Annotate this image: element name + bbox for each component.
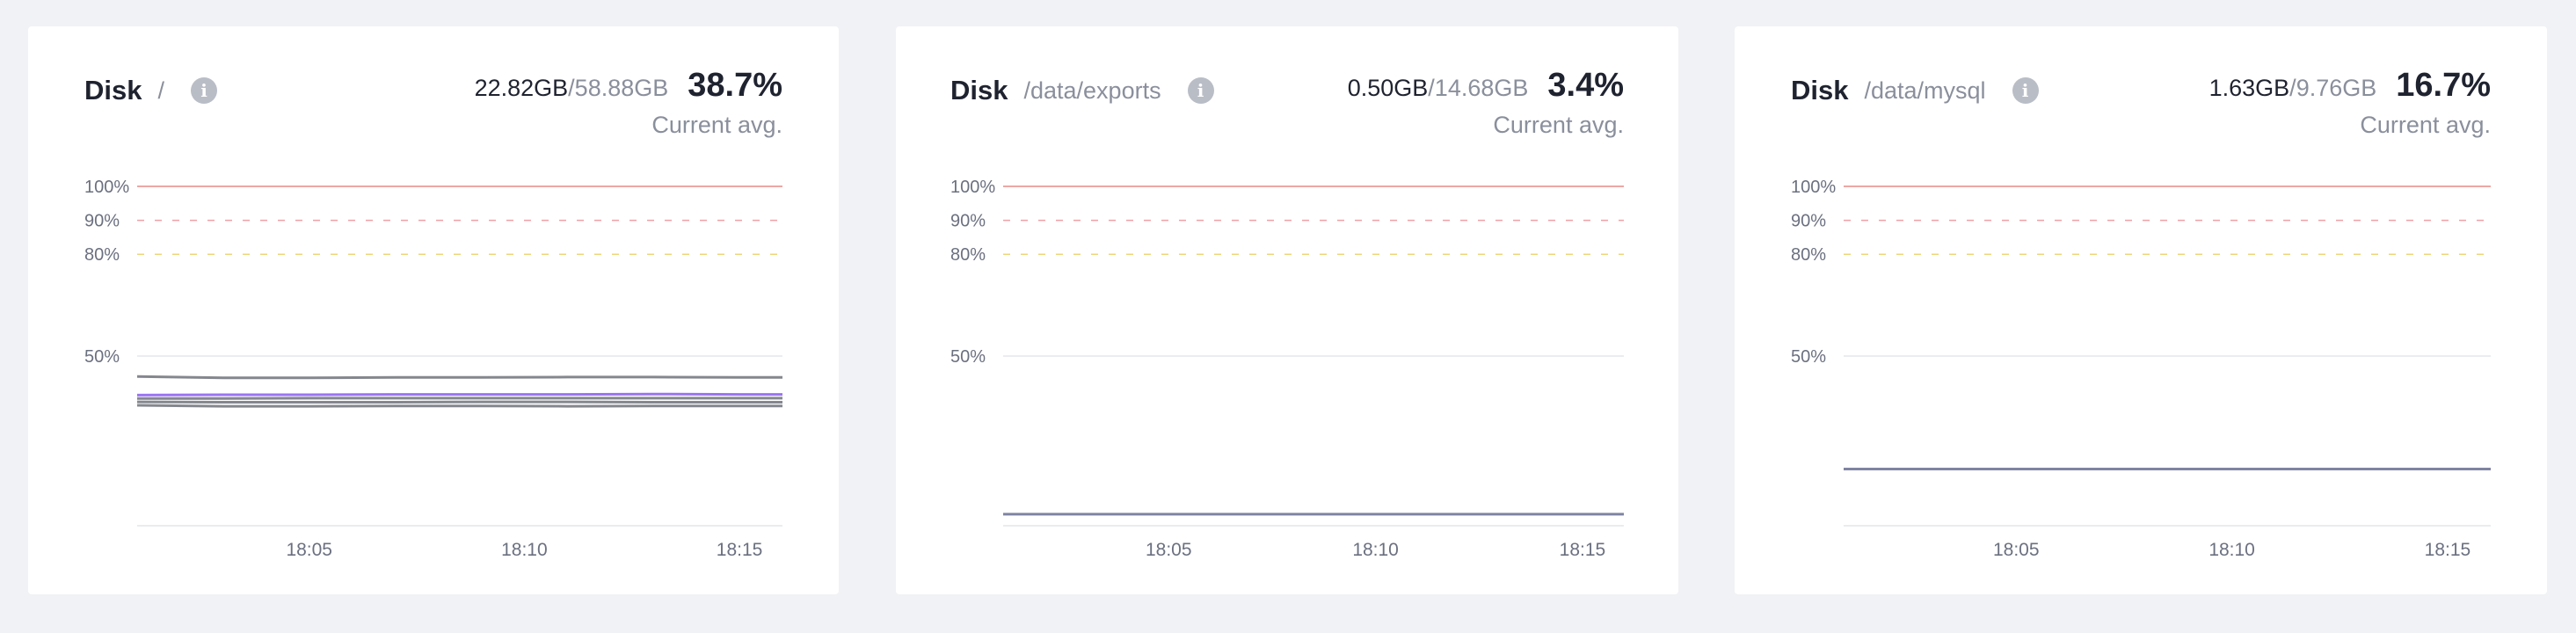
y-tick-label: 100% [84, 178, 129, 197]
x-tick-label: 18:15 [1560, 540, 1606, 560]
y-tick-label: 80% [950, 245, 986, 265]
disk-card-exports: Disk /data/exports i 0.50GB / 14.68GB 3.… [896, 26, 1678, 594]
x-tick-label: 18:05 [286, 540, 332, 560]
x-tick-label: 18:05 [1993, 540, 2040, 560]
y-tick-label: 90% [84, 212, 120, 231]
x-tick-label: 18:15 [2425, 540, 2471, 560]
series-line-5 [136, 404, 782, 408]
y-tick-label: 90% [1791, 212, 1826, 231]
y-tick-label: 100% [950, 178, 995, 197]
disk-chart: 100% 90% 80% 50% 18:05 18:10 18:15 [950, 178, 1624, 560]
x-tick-label: 18:15 [717, 540, 763, 560]
series-line-1 [136, 375, 782, 380]
y-tick-label: 80% [1791, 245, 1826, 265]
y-tick-label: 50% [84, 347, 120, 367]
disk-chart: 100% 90% 80% 50% 18:05 18:10 18:15 [84, 178, 782, 560]
y-tick-label: 90% [950, 212, 986, 231]
series-line-2 [136, 392, 782, 397]
disk-card-mysql: Disk /data/mysql i 1.63GB / 9.76GB 16.7%… [1735, 26, 2547, 594]
y-tick-label: 80% [84, 245, 120, 265]
y-tick-label: 50% [950, 347, 986, 367]
y-tick-label: 100% [1791, 178, 1836, 197]
x-tick-label: 18:10 [501, 540, 548, 560]
x-tick-label: 18:10 [1352, 540, 1399, 560]
disk-chart: 100% 90% 80% 50% 18:05 18:10 18:15 [1791, 178, 2491, 560]
x-tick-label: 18:05 [1146, 540, 1192, 560]
x-tick-label: 18:10 [2209, 540, 2255, 560]
disk-card-root: Disk / i 22.82GB / 58.88GB 38.7% Current… [28, 26, 839, 594]
y-tick-label: 50% [1791, 347, 1826, 367]
